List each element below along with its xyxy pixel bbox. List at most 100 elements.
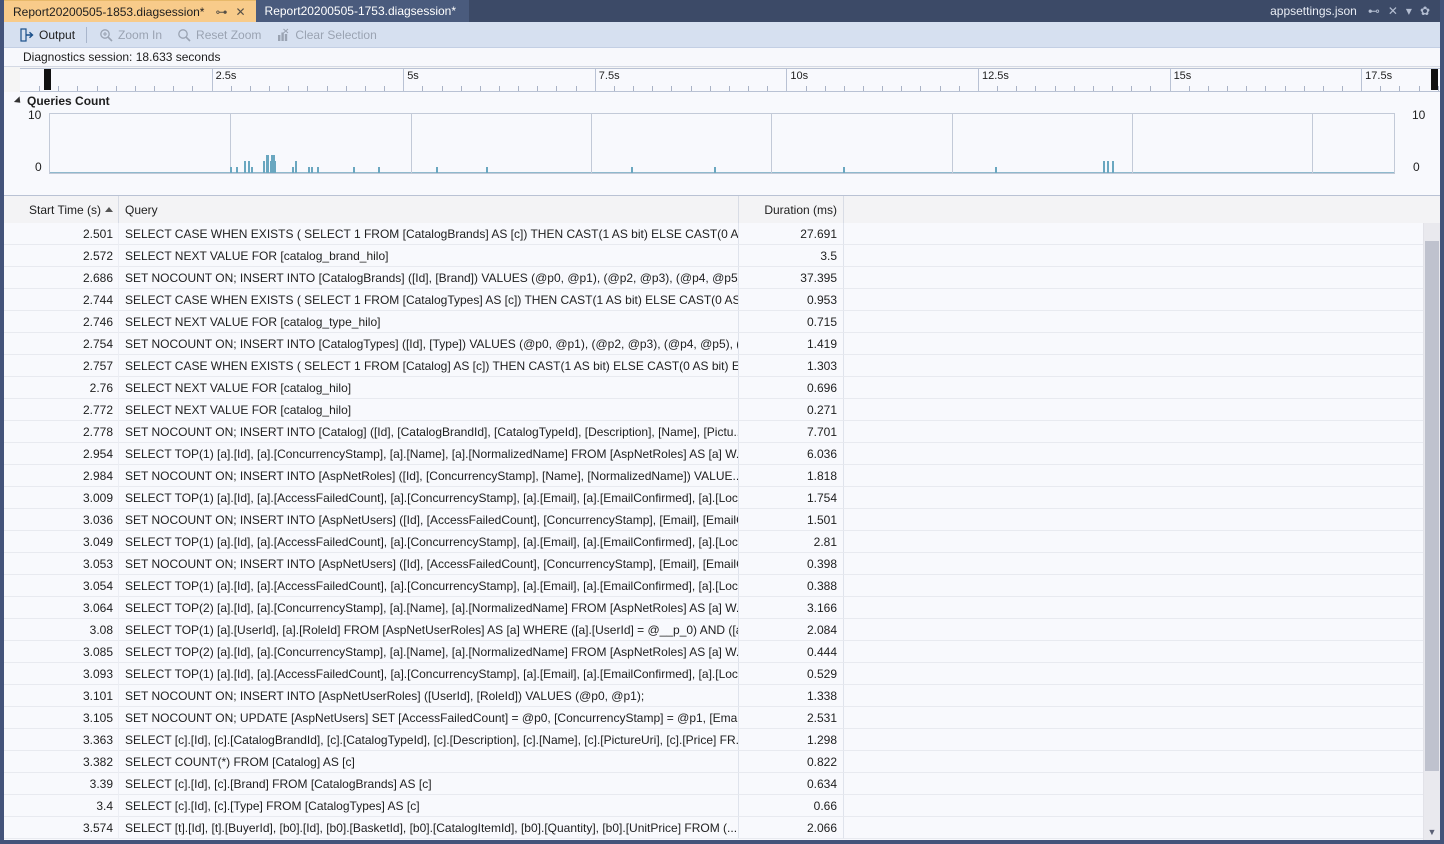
column-header-duration[interactable]: Duration (ms) [739,196,844,223]
timeline-ruler[interactable]: 2.5s5s7.5s10s12.5s15s17.5s [20,68,1440,92]
table-row[interactable]: 2.686SET NOCOUNT ON; INSERT INTO [Catalo… [4,267,1440,289]
cell-start-time: 3.049 [4,531,119,553]
cell-query: SET NOCOUNT ON; INSERT INTO [CatalogBran… [119,267,739,289]
table-row[interactable]: 3.093SELECT TOP(1) [a].[Id], [a].[Access… [4,663,1440,685]
cell-duration: 1.754 [739,487,844,509]
output-label: Output [39,28,75,42]
table-row[interactable]: 2.746SELECT NEXT VALUE FOR [catalog_type… [4,311,1440,333]
ruler-tick [997,86,998,91]
table-row[interactable]: 2.757SELECT CASE WHEN EXISTS ( SELECT 1 … [4,355,1440,377]
ruler-tick [58,86,59,91]
ruler-tick [959,86,960,91]
pin-icon[interactable]: ⊶ [215,6,227,18]
cell-start-time: 3.39 [4,773,119,795]
table-row[interactable]: 2.501SELECT CASE WHEN EXISTS ( SELECT 1 … [4,223,1440,245]
table-row[interactable]: 3.574SELECT [t].[Id], [t].[BuyerId], [b0… [4,817,1440,839]
y-axis-max-label-left: 10 [28,108,41,122]
table-row[interactable]: 3.053SET NOCOUNT ON; INSERT INTO [AspNet… [4,553,1440,575]
chart-gridline [952,114,953,173]
table-row[interactable]: 3.4SELECT [c].[Id], [c].[Type] FROM [Cat… [4,795,1440,817]
collapse-triangle-icon[interactable] [14,96,23,105]
chart-bar [317,167,319,173]
chart-title-row[interactable]: Queries Count [16,94,110,108]
zoom-in-button[interactable]: Zoom In [91,25,169,45]
table-row[interactable]: 3.064SELECT TOP(2) [a].[Id], [a].[Concur… [4,597,1440,619]
cell-duration: 3.166 [739,597,844,619]
y-axis-min-label-left: 0 [35,160,42,174]
ruler-tick [327,86,328,91]
cell-query: SELECT TOP(2) [a].[Id], [a].[Concurrency… [119,641,739,663]
cell-duration: 3.5 [739,245,844,267]
ruler-tick [537,86,538,91]
table-row[interactable]: 2.778SET NOCOUNT ON; INSERT INTO [Catalo… [4,421,1440,443]
cell-duration: 1.338 [739,685,844,707]
table-row[interactable]: 3.101SET NOCOUNT ON; INSERT INTO [AspNet… [4,685,1440,707]
pin-icon[interactable]: ⊷ [1368,5,1380,17]
chevron-down-icon[interactable]: ▾ [1406,5,1412,17]
gear-icon[interactable]: ✿ [1420,5,1430,17]
chart-plot-area[interactable] [49,113,1395,174]
cell-query: SELECT [c].[Id], [c].[Brand] FROM [Catal… [119,773,739,795]
range-marker-start[interactable] [44,69,51,90]
table-row[interactable]: 2.954SELECT TOP(1) [a].[Id], [a].[Concur… [4,443,1440,465]
table-vertical-scrollbar[interactable]: ▼ [1423,223,1440,840]
table-row[interactable]: 2.744SELECT CASE WHEN EXISTS ( SELECT 1 … [4,289,1440,311]
table-row[interactable]: 2.76SELECT NEXT VALUE FOR [catalog_hilo]… [4,377,1440,399]
y-axis-min-label-right: 0 [1413,160,1420,174]
table-row[interactable]: 3.085SELECT TOP(2) [a].[Id], [a].[Concur… [4,641,1440,663]
close-icon[interactable]: ✕ [235,6,245,18]
cell-filler [844,245,1440,267]
cell-filler [844,487,1440,509]
ruler-tick [691,86,692,91]
ruler-tick [1399,86,1400,91]
output-button[interactable]: Output [12,25,82,45]
column-header-start-time[interactable]: Start Time (s) [4,196,119,223]
ruler-tick [671,86,672,91]
ruler-tick [154,86,155,91]
tab-appsettings-json[interactable]: appsettings.json ⊷ ✕ ▾ ✿ [1261,0,1440,22]
table-row[interactable]: 3.054SELECT TOP(1) [a].[Id], [a].[Access… [4,575,1440,597]
cell-duration: 0.953 [739,289,844,311]
scrollbar-down-arrow[interactable]: ▼ [1424,823,1440,840]
column-header-query[interactable]: Query [119,196,739,223]
table-row[interactable]: 2.572SELECT NEXT VALUE FOR [catalog_bran… [4,245,1440,267]
chart-bar [995,167,997,173]
ruler-tick [97,86,98,91]
ruler-tick [1265,86,1266,91]
table-row[interactable]: 3.382SELECT COUNT(*) FROM [Catalog] AS [… [4,751,1440,773]
table-row[interactable]: 3.036SET NOCOUNT ON; INSERT INTO [AspNet… [4,509,1440,531]
cell-query: SELECT CASE WHEN EXISTS ( SELECT 1 FROM … [119,223,739,245]
cell-start-time: 2.501 [4,223,119,245]
table-row[interactable]: 3.049SELECT TOP(1) [a].[Id], [a].[Access… [4,531,1440,553]
table-row[interactable]: 3.39SELECT [c].[Id], [c].[Brand] FROM [C… [4,773,1440,795]
ruler-tick [116,86,117,91]
table-row[interactable]: 2.754SET NOCOUNT ON; INSERT INTO [Catalo… [4,333,1440,355]
ruler-tick [1150,86,1151,91]
tab-report-1753[interactable]: Report20200505-1753.diagsession* [256,0,469,22]
close-icon[interactable]: ✕ [1388,5,1398,17]
range-marker-end[interactable] [1431,69,1438,90]
cell-start-time: 3.101 [4,685,119,707]
cell-filler [844,333,1440,355]
table-row[interactable]: 2.984SET NOCOUNT ON; INSERT INTO [AspNet… [4,465,1440,487]
table-row[interactable]: 3.363SELECT [c].[Id], [c].[CatalogBrandI… [4,729,1440,751]
reset-zoom-button[interactable]: Reset Zoom [169,25,268,45]
scrollbar-thumb[interactable] [1425,241,1439,771]
cell-start-time: 2.76 [4,377,119,399]
clear-selection-button[interactable]: Clear Selection [268,25,383,45]
session-duration-text: Diagnostics session: 18.633 seconds [23,50,220,64]
cell-duration: 0.822 [739,751,844,773]
table-row[interactable]: 3.08SELECT TOP(1) [a].[UserId], [a].[Rol… [4,619,1440,641]
table-row[interactable]: 2.772SELECT NEXT VALUE FOR [catalog_hilo… [4,399,1440,421]
ruler-tick [173,86,174,91]
cell-duration: 2.531 [739,707,844,729]
table-row[interactable]: 3.105SET NOCOUNT ON; UPDATE [AspNetUsers… [4,707,1440,729]
cell-filler [844,531,1440,553]
ruler-label-2.5s: 2.5s [212,69,237,91]
cell-start-time: 2.954 [4,443,119,465]
tab-report-1853[interactable]: Report20200505-1853.diagsession* ⊶ ✕ [4,0,256,22]
table-row[interactable]: 3.009SELECT TOP(1) [a].[Id], [a].[Access… [4,487,1440,509]
column-header-label: Duration (ms) [764,203,837,217]
chart-bar [236,167,238,173]
cell-filler [844,685,1440,707]
